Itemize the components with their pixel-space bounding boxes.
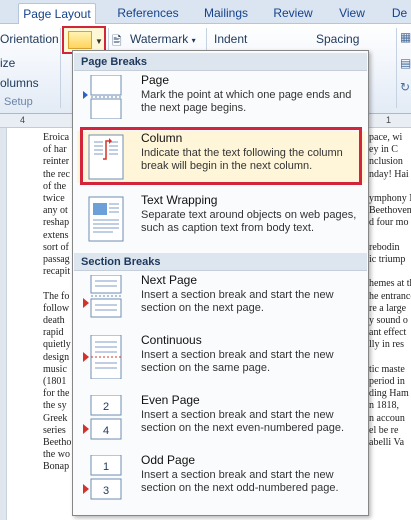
breaks-icon bbox=[68, 31, 92, 49]
menu-item-description: Insert a section break and start the new… bbox=[141, 289, 334, 314]
menu-item-title: Text Wrapping bbox=[141, 193, 218, 207]
continuous-icon bbox=[83, 335, 122, 379]
menu-item-description: Mark the point at which one page ends an… bbox=[141, 89, 352, 114]
tab-review[interactable]: Review bbox=[270, 3, 316, 24]
tab-references[interactable]: References bbox=[110, 3, 186, 24]
menu-item-title: Even Page bbox=[141, 393, 200, 407]
group-divider bbox=[396, 28, 397, 108]
menu-item-description: Separate text around objects on web page… bbox=[141, 209, 357, 234]
document-text-line: el be re bbox=[369, 424, 399, 436]
menu-item-even-page[interactable]: 2 4 Even Page Insert a section break and… bbox=[77, 393, 365, 445]
even-page-top-number: 2 bbox=[103, 401, 109, 413]
document-text-line: re a large bbox=[369, 302, 407, 314]
ruler-number: 1 bbox=[386, 115, 392, 125]
tab-developer[interactable]: De bbox=[388, 3, 411, 24]
orientation-button[interactable]: Orientation bbox=[0, 32, 59, 46]
document-text-line bbox=[369, 230, 411, 242]
document-text-line: ic triump bbox=[369, 254, 406, 266]
document-text-line: lly in res bbox=[369, 339, 404, 351]
document-text-line bbox=[369, 181, 411, 193]
column-highlight-frame bbox=[80, 127, 362, 185]
even-page-bottom-number: 4 bbox=[103, 425, 109, 437]
menu-item-continuous[interactable]: Continuous Insert a section break and st… bbox=[77, 333, 365, 385]
size-button[interactable]: ize bbox=[0, 56, 15, 70]
watermark-button[interactable]: Watermark ▾ bbox=[130, 32, 196, 46]
document-text-line: ding Ham bbox=[369, 388, 409, 400]
document-text-line: Beethoven's bbox=[369, 205, 411, 217]
indent-label: Indent bbox=[214, 32, 248, 46]
menu-item-title: Page bbox=[141, 73, 170, 87]
document-text-line bbox=[369, 352, 411, 364]
document-text-line: nclusion bbox=[369, 156, 403, 168]
document-text-line: ant effect bbox=[369, 327, 407, 339]
document-text-line: abelli Va bbox=[369, 437, 405, 449]
menu-item-next-page[interactable]: Next Page Insert a section break and sta… bbox=[77, 273, 365, 325]
document-text-line bbox=[369, 266, 411, 278]
document-text-line: n 1818, bbox=[369, 400, 399, 412]
document-text-right: pace, wi ey in Cnclusion nday! Hai ymphony… bbox=[369, 132, 411, 449]
menu-item-title: Next Page bbox=[141, 273, 198, 287]
menu-item-page-break[interactable]: Page Mark the point at which one page en… bbox=[77, 73, 365, 125]
section-breaks-header: Section Breaks bbox=[74, 253, 367, 271]
document-text-line: tic maste bbox=[369, 363, 405, 375]
document-text-line: pace, wi bbox=[369, 132, 403, 143]
arrange-icon: ▦ bbox=[400, 30, 411, 44]
tab-page-layout[interactable]: Page Layout bbox=[18, 3, 96, 24]
menu-item-title: Odd Page bbox=[141, 453, 196, 467]
document-text-line: hemes at th bbox=[369, 278, 411, 290]
document-text-line: ymphony N bbox=[369, 193, 411, 205]
odd-page-top-number: 1 bbox=[103, 461, 109, 473]
document-text-line: y sound o bbox=[369, 315, 408, 327]
columns-button[interactable]: olumns bbox=[0, 76, 39, 90]
document-text-line: d four mo bbox=[369, 217, 409, 229]
document-text-line: period in bbox=[369, 376, 405, 388]
page-break-icon bbox=[83, 75, 122, 119]
page-breaks-header: Page Breaks bbox=[74, 53, 367, 71]
document-text-line: nday! Hai bbox=[369, 168, 409, 180]
rotate-icon: ↻ bbox=[400, 80, 411, 94]
next-page-icon bbox=[83, 275, 122, 318]
spacing-label: Spacing bbox=[316, 32, 360, 46]
tab-view[interactable]: View bbox=[334, 3, 370, 24]
odd-page-bottom-number: 3 bbox=[103, 485, 109, 497]
document-text-line: ey in C bbox=[369, 144, 398, 156]
ruler-number: 4 bbox=[20, 115, 26, 125]
even-page-icon: 2 4 bbox=[83, 395, 122, 440]
menu-item-odd-page[interactable]: 1 3 Odd Page Insert a section break and … bbox=[77, 453, 365, 505]
group-divider bbox=[60, 28, 61, 108]
text-wrapping-icon bbox=[88, 196, 124, 242]
document-text-line: n accoun bbox=[369, 412, 405, 424]
breaks-dropdown-menu: Page Breaks Page Mark the point at which… bbox=[72, 50, 369, 516]
document-text-line: rebodin bbox=[369, 241, 400, 253]
ribbon-tab-bar: Page Layout References Mailings Review V… bbox=[0, 0, 411, 24]
align-icon: ▤ bbox=[400, 56, 411, 70]
menu-item-description: Insert a section break and start the new… bbox=[141, 469, 339, 494]
menu-item-description: Insert a section break and start the new… bbox=[141, 349, 334, 374]
menu-item-text-wrapping[interactable]: Text Wrapping Separate text around objec… bbox=[77, 193, 365, 245]
menu-item-description: Insert a section break and start the new… bbox=[141, 409, 345, 434]
document-text-line: he entrance bbox=[369, 290, 411, 302]
menu-item-title: Continuous bbox=[141, 333, 202, 347]
odd-page-icon: 1 3 bbox=[83, 455, 122, 500]
tab-mailings[interactable]: Mailings bbox=[196, 3, 256, 24]
chevron-down-icon: ▼ bbox=[95, 37, 103, 46]
page-setup-group-label: Setup bbox=[4, 96, 33, 108]
